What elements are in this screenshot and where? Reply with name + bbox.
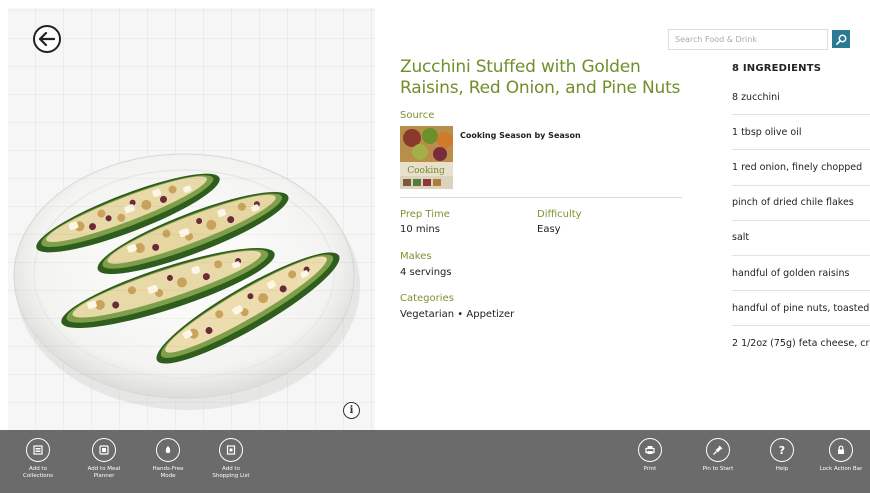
book-cover-text: Cooking	[407, 166, 445, 176]
help-button[interactable]: ? Help	[752, 438, 812, 473]
back-button[interactable]	[33, 25, 61, 53]
help-label: Help	[775, 466, 789, 472]
prep-time-label: Prep Time	[400, 209, 450, 220]
ingredient-item: pinch of dried chile flakes	[732, 186, 870, 221]
ingredient-item: salt	[732, 221, 870, 256]
help-icon: ?	[770, 438, 794, 462]
hands-free-mode-button[interactable]: Hands-Free Mode	[138, 438, 198, 480]
ingredients-heading: 8 INGREDIENTS	[732, 63, 822, 74]
add-to-meal-planner-button[interactable]: Add to Meal Planner	[74, 438, 134, 480]
recipe-page: i Zucchini Stuffed with Golden Raisins, …	[0, 0, 870, 493]
planner-icon	[92, 438, 116, 462]
divider	[400, 197, 682, 198]
ingredient-item: 1 red onion, finely chopped	[732, 150, 870, 186]
prep-time-value: 10 mins	[400, 224, 440, 235]
add-to-shopping-list-button[interactable]: Add to Shopping List	[201, 438, 261, 480]
add-to-meal-planner-label: Add to Meal Planner	[87, 466, 121, 479]
add-to-collections-label: Add to Collections	[22, 466, 54, 479]
lock-action-bar-button[interactable]: Lock Action Bar	[811, 438, 870, 473]
ingredient-item: 1 tbsp olive oil	[732, 115, 870, 151]
stuffed-zucchini-image	[13, 153, 360, 410]
makes-label: Makes	[400, 251, 432, 262]
pin-to-start-label: Pin to Start	[702, 466, 734, 472]
search-icon	[835, 34, 846, 45]
search-input[interactable]: Search Food & Drink	[668, 29, 828, 50]
lock-action-bar-label: Lock Action Bar	[819, 466, 863, 472]
search-button[interactable]	[832, 30, 850, 48]
print-label: Print	[643, 466, 657, 472]
recipe-title: Zucchini Stuffed with Golden Raisins, Re…	[400, 57, 681, 98]
ingredient-item: handful of golden raisins	[732, 256, 870, 292]
ingredient-item: handful of pine nuts, toasted	[732, 291, 870, 327]
list-icon	[26, 438, 50, 462]
back-arrow-icon	[39, 32, 55, 46]
pin-to-start-button[interactable]: Pin to Start	[688, 438, 748, 473]
print-icon	[638, 438, 662, 462]
difficulty-label: Difficulty	[537, 209, 582, 220]
source-label: Source	[400, 110, 435, 121]
add-to-collections-button[interactable]: Add to Collections	[8, 438, 68, 480]
book-cover-thumbnail[interactable]: Cooking	[400, 126, 453, 189]
ingredient-item: 2 1/2oz (75g) feta cheese, crumbled	[732, 338, 870, 350]
shopping-list-icon	[219, 438, 243, 462]
ingredient-item: 8 zucchini	[732, 80, 870, 116]
info-icon[interactable]: i	[343, 402, 360, 419]
source-book-title[interactable]: Cooking Season by Season	[460, 131, 581, 140]
print-button[interactable]: Print	[620, 438, 680, 473]
categories-label: Categories	[400, 293, 454, 304]
ingredients-list: 8 zucchini 1 tbsp olive oil 1 red onion,…	[732, 80, 870, 362]
book-cover-image: Cooking	[400, 126, 453, 189]
hand-icon	[156, 438, 180, 462]
add-to-shopping-list-label: Add to Shopping List	[212, 466, 250, 479]
lock-icon	[829, 438, 853, 462]
makes-value: 4 servings	[400, 267, 452, 278]
hands-free-mode-label: Hands-Free Mode	[152, 466, 184, 479]
difficulty-value: Easy	[537, 224, 561, 235]
pin-icon	[706, 438, 730, 462]
categories-value[interactable]: Vegetarian • Appetizer	[400, 309, 514, 320]
recipe-photo	[8, 8, 375, 430]
